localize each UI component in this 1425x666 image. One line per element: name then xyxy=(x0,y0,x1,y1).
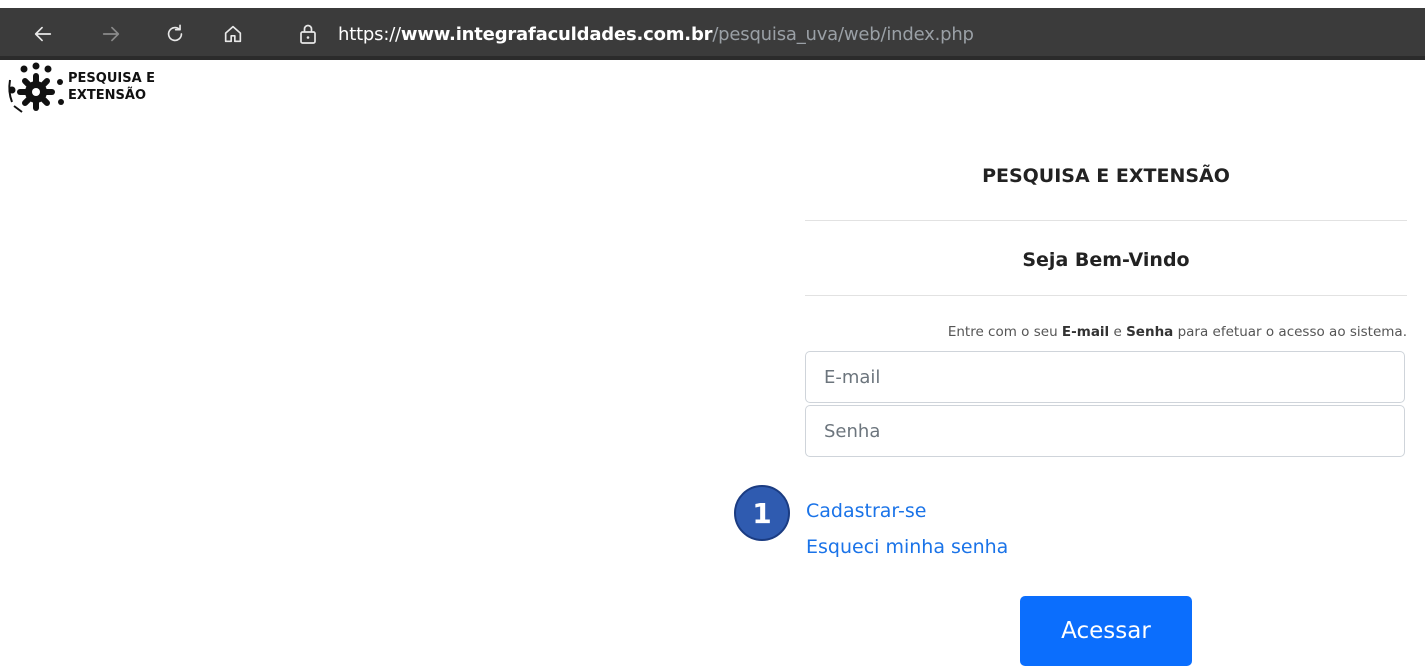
home-icon xyxy=(224,25,242,43)
hint-prefix: Entre com o seu xyxy=(947,324,1062,340)
register-link[interactable]: Cadastrar-se xyxy=(806,500,926,522)
forgot-password-link[interactable]: Esqueci minha senha xyxy=(806,536,1008,558)
hint-senha: Senha xyxy=(1126,324,1174,340)
welcome-heading: Seja Bem-Vindo xyxy=(1022,249,1190,271)
hint-mid: e xyxy=(1109,324,1127,340)
back-icon xyxy=(34,26,52,42)
password-field[interactable] xyxy=(805,405,1405,457)
back-button[interactable] xyxy=(29,20,57,48)
hint-email: E-mail xyxy=(1061,324,1110,340)
url-host: www.integrafaculdades.com.br xyxy=(400,23,713,45)
window-top-strip xyxy=(0,0,1425,8)
divider-top xyxy=(805,220,1407,221)
logo-line-2: EXTENSÃO xyxy=(68,88,147,103)
browser-toolbar: https:// www.integrafaculdades.com.br /p… xyxy=(0,0,1425,60)
forward-icon xyxy=(102,26,120,42)
lock-icon[interactable] xyxy=(296,22,320,46)
login-instructions: Entre com o seu E-mail e Senha para efet… xyxy=(805,324,1407,340)
refresh-button[interactable] xyxy=(161,20,189,48)
url-scheme: https:// xyxy=(338,23,401,45)
logo-text: PESQUISA E EXTENSÃO xyxy=(68,70,155,104)
home-button[interactable] xyxy=(219,20,247,48)
toolbar-bottom-border xyxy=(0,56,1425,60)
email-field[interactable] xyxy=(805,351,1405,403)
logo-line-1: PESQUISA E xyxy=(68,71,156,86)
address-bar[interactable]: https:// www.integrafaculdades.com.br /p… xyxy=(296,20,974,48)
hint-suffix: para efetuar o acesso ao sistema. xyxy=(1173,324,1407,340)
gear-people-logo-icon xyxy=(8,62,64,113)
refresh-icon xyxy=(167,24,183,42)
forward-button[interactable] xyxy=(97,20,125,48)
login-button[interactable]: Acessar xyxy=(1020,596,1192,666)
divider-bottom xyxy=(805,295,1407,296)
url-path: /pesquisa_uva/web/index.php xyxy=(712,23,974,45)
annotation-marker: 1 xyxy=(734,485,790,541)
site-logo[interactable]: PESQUISA E EXTENSÃO xyxy=(6,62,155,116)
panel-title: PESQUISA E EXTENSÃO xyxy=(982,165,1230,187)
